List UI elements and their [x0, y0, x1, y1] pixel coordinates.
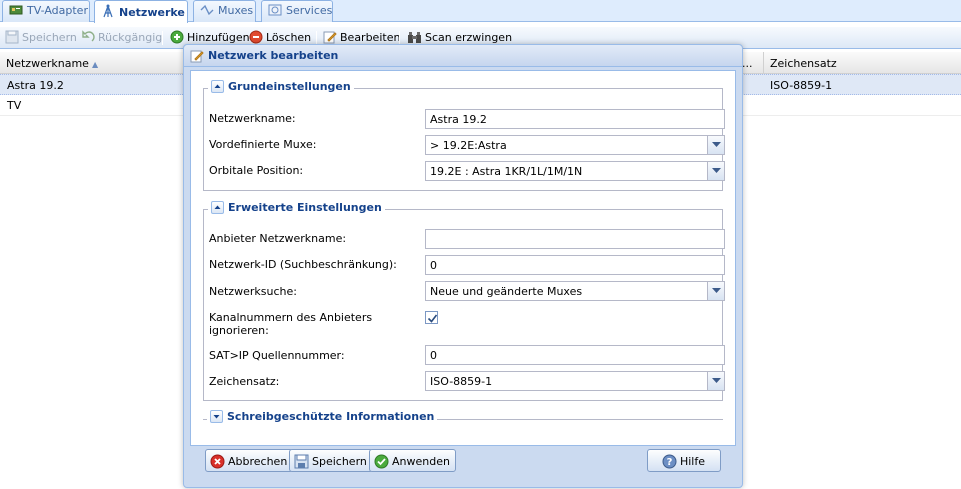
- network-id-label: Netzwerk-ID (Suchbeschränkung):: [209, 258, 397, 271]
- main-tab-bar: TV-Adapter Netzwerke Muxes Services: [0, 0, 961, 23]
- network-name-field[interactable]: Astra 19.2: [425, 109, 725, 129]
- help-icon: ?: [662, 454, 677, 472]
- fieldset-readonly-info: Schreibgeschützte Informationen: [203, 410, 723, 423]
- apply-icon: [374, 454, 389, 472]
- cell-network-name: Astra 19.2: [7, 79, 64, 92]
- checkmark-icon: [427, 314, 438, 323]
- dialog-save-button[interactable]: Speichern: [289, 449, 373, 472]
- satip-source-label: SAT>IP Quellennummer:: [209, 349, 345, 362]
- dialog-form: Grundeinstellungen Netzwerkname: Astra 1…: [190, 70, 736, 446]
- tv-card-icon: [9, 4, 23, 19]
- network-search-label: Netzwerksuche:: [209, 285, 297, 298]
- undo-button[interactable]: Rückgängig: [81, 30, 162, 47]
- network-search-select[interactable]: Neue und geänderte Muxes: [425, 281, 725, 301]
- column-header-charset[interactable]: Zeichensatz: [764, 52, 961, 74]
- ignore-lcn-label: Kanalnummern des Anbieters ignorieren:: [209, 311, 373, 337]
- column-header-network-name[interactable]: Netzwerkname ▲: [0, 52, 184, 74]
- dialog-title-bar[interactable]: Netzwerk bearbeiten: [184, 45, 742, 67]
- collapse-toggle-icon[interactable]: [211, 80, 224, 93]
- toolbar-separator: [162, 31, 163, 45]
- cell-network-name: TV: [7, 99, 22, 112]
- svg-text:?: ?: [667, 457, 673, 468]
- network-id-field[interactable]: 0: [425, 255, 725, 275]
- tab-services[interactable]: Services: [261, 0, 333, 22]
- predefined-muxes-label: Vordefinierte Muxe:: [209, 138, 317, 151]
- save-icon: [5, 30, 19, 47]
- collapse-toggle-icon[interactable]: [211, 201, 224, 214]
- mux-icon: [200, 4, 214, 19]
- edit-icon: [190, 49, 204, 66]
- chevron-down-icon[interactable]: [707, 282, 724, 300]
- toolbar-separator: [316, 31, 317, 45]
- fieldset-legend-advanced[interactable]: Erweiterte Einstellungen: [208, 201, 385, 214]
- chevron-down-icon[interactable]: [707, 162, 724, 180]
- undo-icon: [81, 30, 95, 47]
- fieldset-legend-basic[interactable]: Grundeinstellungen: [208, 80, 354, 93]
- add-icon: [170, 30, 184, 47]
- cancel-icon: [210, 454, 225, 472]
- satip-source-field[interactable]: 0: [425, 345, 725, 365]
- edit-network-dialog: Netzwerk bearbeiten Grundeinstellungen N…: [183, 44, 743, 488]
- cancel-button[interactable]: Abbrechen: [205, 449, 294, 472]
- tab-tv-adapter[interactable]: TV-Adapter: [2, 0, 90, 22]
- provider-network-name-field[interactable]: [425, 229, 725, 249]
- tab-muxes[interactable]: Muxes: [193, 0, 256, 22]
- expand-toggle-icon[interactable]: [210, 410, 223, 423]
- ignore-lcn-checkbox[interactable]: [425, 311, 438, 324]
- save-icon: [294, 454, 309, 472]
- provider-network-name-label: Anbieter Netzwerkname:: [209, 232, 347, 245]
- apply-button[interactable]: Anwenden: [369, 449, 456, 472]
- network-name-label: Netzwerkname:: [209, 112, 296, 125]
- dialog-title: Netzwerk bearbeiten: [208, 49, 339, 62]
- charset-select[interactable]: ISO-8859-1: [425, 371, 725, 391]
- help-button[interactable]: ? Hilfe: [647, 449, 721, 472]
- satellite-icon: [268, 4, 282, 19]
- chevron-down-icon[interactable]: [707, 136, 724, 154]
- orbital-position-select[interactable]: 19.2E : Astra 1KR/1L/1M/1N: [425, 161, 725, 181]
- save-button[interactable]: Speichern: [5, 30, 77, 47]
- sort-ascending-icon: ▲: [91, 60, 99, 69]
- toolbar-separator: [399, 31, 400, 45]
- antenna-icon: [101, 4, 115, 21]
- cell-charset: ISO-8859-1: [770, 79, 833, 92]
- orbital-position-label: Orbitale Position:: [209, 164, 304, 177]
- tab-networks[interactable]: Netzwerke: [94, 0, 188, 23]
- predefined-muxes-select[interactable]: > 19.2E:Astra: [425, 135, 725, 155]
- chevron-down-icon[interactable]: [707, 372, 724, 390]
- fieldset-legend-readonly[interactable]: Schreibgeschützte Informationen: [207, 410, 438, 423]
- charset-label: Zeichensatz:: [209, 375, 280, 388]
